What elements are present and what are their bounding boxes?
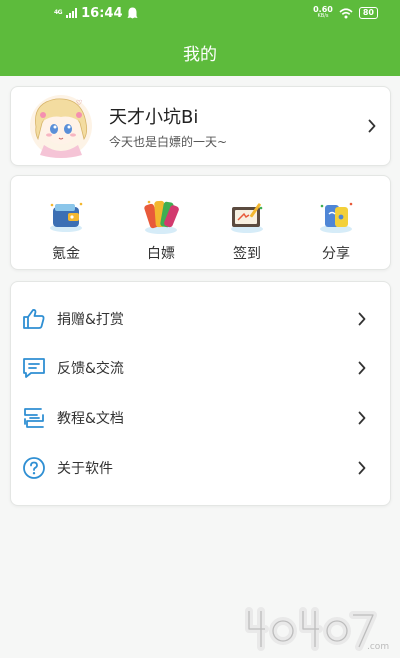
page-title: 我的: [183, 45, 217, 65]
menu-card: 捐赠&打赏 反馈&交流 教程&文档 关于软件: [10, 281, 391, 506]
action-label: 分享: [322, 246, 350, 262]
wallet-icon: [50, 202, 83, 232]
status-bar: 4G 16:44 0.60 KB/s 80: [0, 0, 400, 26]
cards-icon: [144, 200, 179, 234]
message-icon: [23, 358, 45, 378]
site-watermark-logo: .com: [245, 607, 389, 652]
svg-text:♡: ♡: [76, 99, 82, 107]
network-type: 4G: [54, 9, 63, 16]
ghost-notification-icon: [127, 7, 137, 19]
sign-board-icon: [231, 203, 263, 233]
status-left: 4G 16:44: [54, 5, 138, 21]
wifi-icon: [339, 7, 353, 18]
chevron-right-icon: [358, 361, 366, 375]
action-label: 氪金: [52, 246, 80, 262]
chevron-right-icon: [358, 411, 366, 425]
chevron-right-icon: [358, 461, 366, 475]
menu-item-donate[interactable]: 捐赠&打赏: [11, 294, 392, 344]
action-checkin[interactable]: 签到: [207, 176, 287, 271]
status-right: 0.60 KB/s 80: [313, 5, 378, 21]
menu-item-label: 反馈&交流: [57, 361, 124, 377]
action-freeload[interactable]: 白嫖: [121, 176, 201, 271]
status-time: 16:44: [81, 5, 123, 21]
menu-item-label: 关于软件: [57, 461, 113, 477]
avatar: ♡: [30, 95, 92, 158]
action-label: 签到: [233, 246, 261, 262]
menu-item-about[interactable]: 关于软件: [11, 443, 392, 493]
profile-card[interactable]: ♡ 天才小坑Bi 今天也是白嫖的一天~: [10, 86, 391, 166]
menu-item-label: 教程&文档: [57, 411, 124, 427]
action-label: 白嫖: [147, 246, 175, 262]
svg-text:.com: .com: [367, 642, 389, 652]
document-icon: [24, 408, 44, 428]
share-icon: [320, 202, 353, 233]
signal-icon: [66, 8, 78, 18]
network-speed: 0.60 KB/s: [313, 6, 333, 20]
thumbs-up-icon: [23, 309, 45, 329]
action-krypton[interactable]: 氪金: [26, 176, 106, 271]
quick-actions-card: 氪金 白嫖 签到 分享: [10, 175, 391, 270]
chevron-right-icon: [358, 312, 366, 326]
user-motto: 今天也是白嫖的一天~: [109, 135, 228, 149]
help-icon: [23, 457, 45, 479]
menu-item-tutorial[interactable]: 教程&文档: [11, 393, 392, 443]
chevron-right-icon: [368, 119, 376, 133]
menu-item-feedback[interactable]: 反馈&交流: [11, 343, 392, 393]
app-header: 4G 16:44 0.60 KB/s 80 我的: [0, 0, 400, 76]
menu-item-label: 捐赠&打赏: [57, 312, 124, 328]
net-speed-value: 0.60: [313, 5, 333, 14]
battery-indicator: 80: [358, 7, 378, 19]
action-share[interactable]: 分享: [296, 176, 376, 271]
net-speed-unit: KB/s: [317, 13, 329, 19]
user-name: 天才小坑Bi: [109, 107, 199, 128]
